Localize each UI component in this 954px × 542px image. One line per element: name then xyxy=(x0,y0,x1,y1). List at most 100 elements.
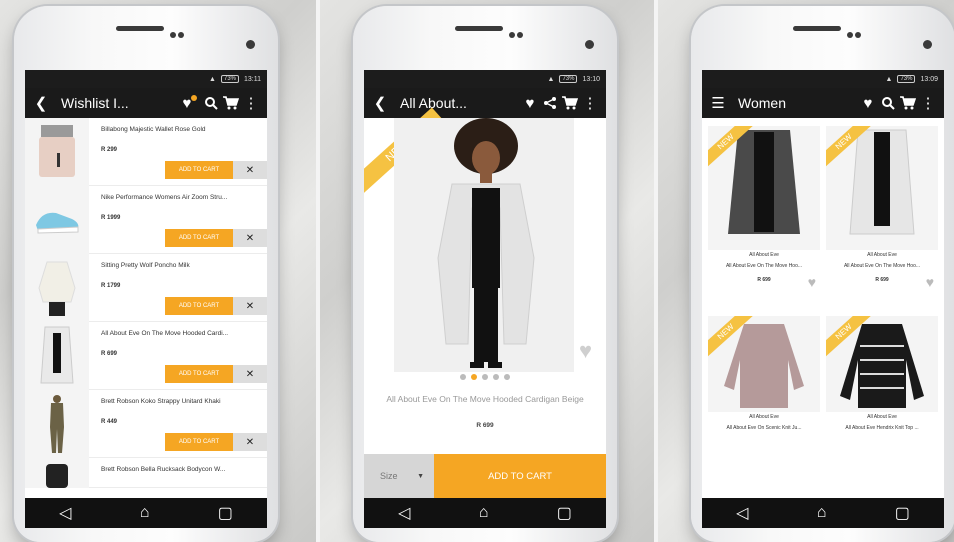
product-name: All About Eve Hendrix Knit Top ... xyxy=(845,425,919,431)
product-card[interactable]: NEW All About Eve All About Eve On The M… xyxy=(708,126,820,326)
carousel-dot[interactable] xyxy=(471,374,477,380)
product-thumb xyxy=(25,118,89,186)
purchase-bar: Size ▼ ADD TO CART xyxy=(364,454,606,498)
nav-home-icon[interactable]: ⌂ xyxy=(479,504,489,522)
battery-icon: 73% xyxy=(559,75,578,83)
nav-recents-icon[interactable]: ▢ xyxy=(218,503,233,523)
wishlist-screen: ▲ 73% 13:11 ❮ Wishlist I... ♥ ⋮ Billabon… xyxy=(25,70,267,528)
signal-icon: ▲ xyxy=(885,75,893,83)
heart-icon[interactable]: ♥ xyxy=(808,274,816,290)
front-camera xyxy=(246,40,255,49)
system-nav-bar: ◁ ⌂ ▢ xyxy=(25,498,267,528)
overflow-menu-icon[interactable]: ⋮ xyxy=(580,93,600,113)
item-name: Sitting Pretty Wolf Poncho Milk xyxy=(101,262,190,269)
product-name: All About Eve On The Move Hoo... xyxy=(843,263,921,269)
women-screen: ▲ 73% 13:09 ☰ Women ♥ ⋮ NEW All About Ev… xyxy=(702,70,944,528)
sensors xyxy=(509,25,525,38)
list-item[interactable]: Nike Performance Womens Air Zoom Stru...… xyxy=(25,186,267,254)
add-to-cart-button[interactable]: ADD TO CART xyxy=(165,297,233,315)
page-title: Wishlist I... xyxy=(61,95,129,111)
product-photo: NEW xyxy=(708,126,820,250)
carousel-dot[interactable] xyxy=(504,374,510,380)
product-thumb xyxy=(25,458,89,488)
add-to-cart-button[interactable]: ADD TO CART xyxy=(165,161,233,179)
wishlist-heart-icon[interactable]: ♥ xyxy=(177,93,197,113)
cart-icon[interactable] xyxy=(560,93,580,113)
sensors xyxy=(847,25,863,38)
phone-product: ▲ 73% 13:10 ❮ All About... ♥ ⋮ NEW xyxy=(353,6,617,542)
list-item[interactable]: All About Eve On The Move Hooded Cardi..… xyxy=(25,322,267,390)
product-card[interactable]: NEW All About Eve All About Eve On The M… xyxy=(826,126,938,326)
cart-icon[interactable] xyxy=(221,93,241,113)
system-nav-bar: ◁ ⌂ ▢ xyxy=(702,498,944,528)
status-bar: ▲ 73% 13:11 xyxy=(25,70,267,88)
remove-icon[interactable]: ✕ xyxy=(233,365,267,383)
carousel-dot[interactable] xyxy=(482,374,488,380)
item-price: R 699 xyxy=(101,351,118,357)
wishlist-heart-icon[interactable]: ♥ xyxy=(858,93,878,113)
product-photo: NEW xyxy=(826,316,938,412)
brand-label: All About Eve xyxy=(867,414,897,420)
add-to-cart-button[interactable]: ADD TO CART xyxy=(434,454,606,498)
product-thumb xyxy=(25,322,89,390)
list-item[interactable]: Brett Robson Koko Strappy Unitard Khaki R… xyxy=(25,390,267,458)
nav-back-icon[interactable]: ◁ xyxy=(736,503,748,523)
product-thumb xyxy=(25,186,89,254)
system-nav-bar: ◁ ⌂ ▢ xyxy=(364,498,606,528)
battery-icon: 73% xyxy=(220,75,239,83)
product-card[interactable]: NEW All About Eve All About Eve On Sceni… xyxy=(708,316,820,436)
list-item[interactable]: Billabong Majestic Wallet Rose Gold R 299… xyxy=(25,118,267,186)
overflow-menu-icon[interactable]: ⋮ xyxy=(918,93,938,113)
phone-women: ▲ 73% 13:09 ☰ Women ♥ ⋮ NEW All About Ev… xyxy=(691,6,954,542)
carousel-dot[interactable] xyxy=(493,374,499,380)
product-image-carousel[interactable]: NEW ♥ xyxy=(364,107,606,372)
nav-home-icon[interactable]: ⌂ xyxy=(140,504,150,522)
sensors xyxy=(170,25,186,38)
speaker-grille xyxy=(793,26,841,31)
back-icon[interactable]: ❮ xyxy=(31,93,51,113)
item-name: Billabong Majestic Wallet Rose Gold xyxy=(101,126,206,133)
carousel-dot[interactable] xyxy=(460,374,466,380)
status-time: 13:09 xyxy=(920,75,938,83)
menu-icon[interactable]: ☰ xyxy=(708,93,728,113)
carousel-dots xyxy=(364,374,606,380)
remove-icon[interactable]: ✕ xyxy=(233,229,267,247)
search-icon[interactable] xyxy=(201,93,221,113)
list-item[interactable]: Sitting Pretty Wolf Poncho Milk R 1799 AD… xyxy=(25,254,267,322)
product-name: All About Eve On Scenic Knit Ju... xyxy=(726,425,802,431)
cart-icon[interactable] xyxy=(898,93,918,113)
add-to-cart-button[interactable]: ADD TO CART xyxy=(165,229,233,247)
product-price: R 699 xyxy=(757,277,771,283)
nav-back-icon[interactable]: ◁ xyxy=(398,503,410,523)
item-name: Nike Performance Womens Air Zoom Stru... xyxy=(101,194,228,201)
nav-back-icon[interactable]: ◁ xyxy=(59,503,71,523)
share-icon[interactable] xyxy=(540,93,560,113)
item-price: R 299 xyxy=(101,147,118,153)
nav-recents-icon[interactable]: ▢ xyxy=(895,503,910,523)
add-to-cart-button[interactable]: ADD TO CART xyxy=(165,365,233,383)
add-to-cart-button[interactable]: ADD TO CART xyxy=(165,433,233,451)
size-select[interactable]: Size ▼ xyxy=(364,454,434,498)
front-camera xyxy=(585,40,594,49)
remove-icon[interactable]: ✕ xyxy=(233,161,267,179)
search-icon[interactable] xyxy=(878,93,898,113)
app-bar: ☰ Women ♥ ⋮ xyxy=(702,88,944,118)
remove-icon[interactable]: ✕ xyxy=(233,433,267,451)
nav-home-icon[interactable]: ⌂ xyxy=(817,504,827,522)
speaker-grille xyxy=(116,26,164,31)
item-price: R 1999 xyxy=(101,215,121,221)
product-grid: NEW All About Eve All About Eve On The M… xyxy=(702,118,944,436)
status-time: 13:11 xyxy=(244,75,261,83)
back-icon[interactable]: ❮ xyxy=(370,93,390,113)
divider xyxy=(316,0,320,542)
product-card[interactable]: NEW All About Eve All About Eve Hendrix … xyxy=(826,316,938,436)
wishlist-heart-icon[interactable]: ♥ xyxy=(520,93,540,113)
app-bar: ❮ Wishlist I... ♥ ⋮ xyxy=(25,88,267,118)
overflow-menu-icon[interactable]: ⋮ xyxy=(241,93,261,113)
nav-recents-icon[interactable]: ▢ xyxy=(557,503,572,523)
heart-icon[interactable]: ♥ xyxy=(926,274,934,290)
brand-label: All About Eve xyxy=(749,252,779,258)
remove-icon[interactable]: ✕ xyxy=(233,297,267,315)
list-item[interactable]: Brett Robson Bella Rucksack Bodycon W... xyxy=(25,458,267,488)
heart-icon[interactable]: ♥ xyxy=(579,338,592,364)
